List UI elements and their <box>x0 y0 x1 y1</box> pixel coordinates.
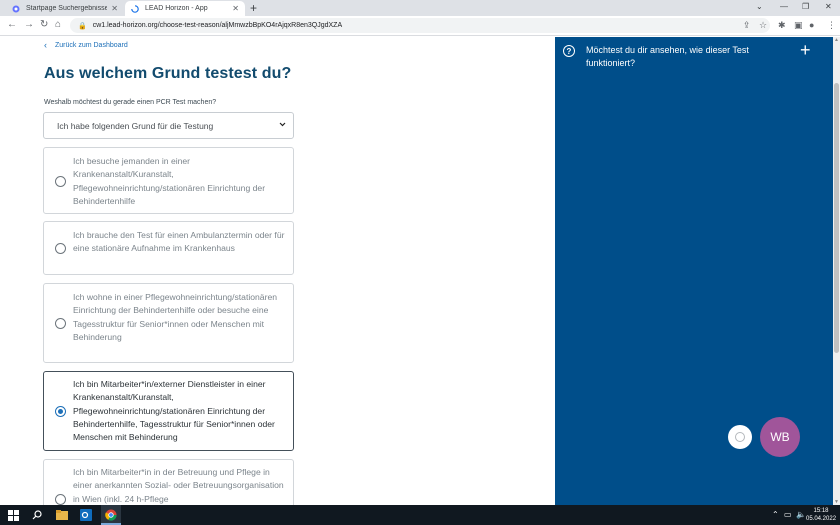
new-tab-icon[interactable]: + <box>250 1 257 15</box>
tab-startpage[interactable]: Startpage Suchergebnisse ✕ <box>6 1 124 16</box>
radio-button[interactable] <box>55 243 66 254</box>
radio-button[interactable] <box>55 318 66 329</box>
reason-option-visit[interactable]: Ich besuche jemanden in einer Krankenans… <box>43 147 294 214</box>
close-tab-icon[interactable]: ✕ <box>232 4 239 13</box>
avatar[interactable]: WB <box>760 417 800 457</box>
radio-button[interactable] <box>55 494 66 505</box>
tray-chevron-up-icon[interactable]: ⌃ <box>772 510 779 519</box>
radio-button[interactable] <box>55 176 66 187</box>
page-title: Aus welchem Grund testest du? <box>44 65 292 82</box>
bookmark-star-icon[interactable]: ☆ <box>759 19 767 32</box>
reason-option-care-worker[interactable]: Ich bin Mitarbeiter*in in der Betreuung … <box>43 459 294 505</box>
outlook-icon[interactable] <box>79 508 93 522</box>
reason-question-label: Weshalb möchtest du gerade einen PCR Tes… <box>44 99 217 106</box>
network-icon[interactable]: ▭ <box>784 510 792 519</box>
browser-tab-bar: Startpage Suchergebnisse ✕ LEAD Horizon … <box>0 0 840 16</box>
reason-option-employee[interactable]: Ich bin Mitarbeiter*in/externer Dienstle… <box>43 371 294 451</box>
url-text: cw1.lead-horizon.org/choose-test-reason/… <box>92 22 343 29</box>
maximize-icon[interactable]: ❐ <box>802 2 809 11</box>
chrome-icon[interactable] <box>104 508 118 522</box>
forward-arrow-icon[interactable]: → <box>24 18 34 32</box>
back-arrow-icon[interactable]: ← <box>7 18 17 32</box>
page-content: ‹ Zurück zum Dashboard Aus welchem Grund… <box>0 37 555 505</box>
clock-time: 15:18 <box>813 508 829 514</box>
option-label: Ich brauche den Test für einen Ambulanzt… <box>73 230 285 254</box>
option-label: Ich besuche jemanden in einer Krankenans… <box>73 156 266 206</box>
system-clock[interactable]: 15:18 05.04.2022 <box>806 507 836 523</box>
back-to-dashboard-link[interactable]: ‹ Zurück zum Dashboard <box>44 40 128 50</box>
chevron-down-icon <box>279 121 286 130</box>
file-explorer-icon[interactable] <box>55 508 69 522</box>
lock-icon: 🔒 <box>78 22 87 30</box>
minimize-icon[interactable]: — <box>780 2 788 11</box>
browser-toolbar: ← → ↻ ⌂ 🔒 cw1.lead-horizon.org/choose-te… <box>0 16 840 36</box>
help-question-icon: ? <box>563 45 575 57</box>
back-link-label: Zurück zum Dashboard <box>55 41 128 49</box>
share-icon[interactable]: ⇪ <box>743 19 751 32</box>
reason-select[interactable]: Ich habe folgenden Grund für die Testung <box>43 112 294 139</box>
windows-start-icon[interactable] <box>6 508 20 522</box>
home-icon[interactable]: ⌂ <box>55 18 61 32</box>
option-label: Ich bin Mitarbeiter*in/externer Dienstle… <box>73 379 275 443</box>
close-window-icon[interactable]: ✕ <box>825 2 832 11</box>
menu-kebab-icon[interactable]: ⋮ <box>827 19 836 32</box>
taskbar: ⌃ ▭ 🔈 15:18 05.04.2022 <box>0 505 840 525</box>
close-tab-icon[interactable]: ✕ <box>111 4 118 13</box>
option-label: Ich wohne in einer Pflegewohneinrichtung… <box>73 292 277 342</box>
startpage-favicon-icon <box>12 5 20 13</box>
tab-search-icon[interactable]: ⌄ <box>756 2 763 11</box>
reason-option-hospital[interactable]: Ich brauche den Test für einen Ambulanzt… <box>43 221 294 275</box>
chevron-left-icon: ‹ <box>44 40 47 50</box>
record-button[interactable] <box>728 425 752 449</box>
tab-title: LEAD Horizon - App <box>145 5 208 12</box>
tab-lead-horizon[interactable]: LEAD Horizon - App ✕ <box>125 1 245 16</box>
search-icon[interactable] <box>30 508 44 522</box>
scroll-up-icon[interactable]: ▲ <box>834 37 839 43</box>
reload-icon[interactable]: ↻ <box>40 18 48 32</box>
clock-date: 05.04.2022 <box>806 516 837 522</box>
expand-plus-icon[interactable]: + <box>800 39 811 61</box>
extensions-icon[interactable]: ✱ <box>778 19 786 32</box>
scrollbar-thumb[interactable] <box>834 83 839 353</box>
loading-favicon-icon <box>131 4 139 13</box>
panel-title: Möchtest du dir ansehen, wie dieser Test… <box>586 45 749 68</box>
record-icon <box>735 432 745 442</box>
radio-button-selected[interactable] <box>55 406 66 417</box>
reason-option-resident[interactable]: Ich wohne in einer Pflegewohneinrichtung… <box>43 283 294 363</box>
select-value: Ich habe folgenden Grund für die Testung <box>57 120 214 131</box>
address-bar[interactable]: 🔒 cw1.lead-horizon.org/choose-test-reaso… <box>70 18 770 33</box>
side-panel-icon[interactable]: ▣ <box>794 19 803 32</box>
volume-icon[interactable]: 🔈 <box>796 510 806 519</box>
profile-icon[interactable]: ● <box>809 19 814 32</box>
page-scrollbar[interactable]: ▲ ▼ <box>833 37 840 505</box>
option-label: Ich bin Mitarbeiter*in in der Betreuung … <box>73 467 284 504</box>
tab-title: Startpage Suchergebnisse <box>26 5 108 12</box>
test-video-panel: ? Möchtest du dir ansehen, wie dieser Te… <box>555 37 833 505</box>
